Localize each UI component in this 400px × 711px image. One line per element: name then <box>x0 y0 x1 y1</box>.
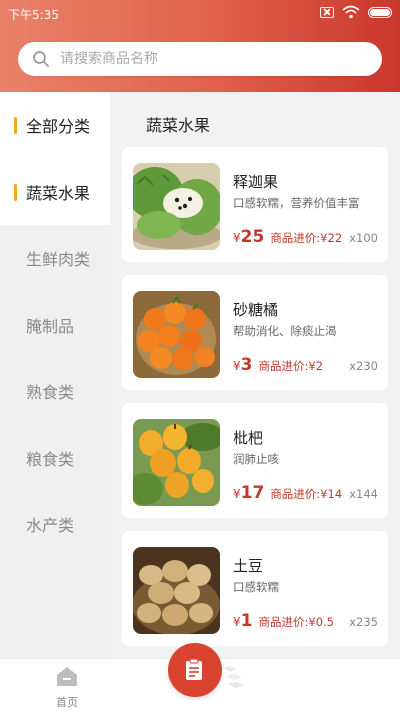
product-desc: 口感软糯，营养价值丰富 <box>233 196 360 210</box>
currency: ¥ <box>233 487 241 501</box>
category-sidebar: 全部分类 蔬菜水果 生鲜肉类 腌制品 熟食类 粮食类 水产类 <box>0 92 110 658</box>
product-image <box>133 419 220 506</box>
product-name: 砂糖橘 <box>233 301 279 319</box>
category-grain[interactable]: 粮食类 <box>0 425 110 492</box>
product-price: 17 <box>240 483 265 503</box>
product-desc: 口感软糯 <box>233 580 279 594</box>
product-quantity: x144 <box>349 487 378 501</box>
cost-label: 商品进价:¥ <box>258 615 316 629</box>
category-pickled[interactable]: 腌制品 <box>0 292 110 359</box>
category-label: 蔬菜水果 <box>26 183 91 203</box>
product-price: 25 <box>240 227 265 247</box>
search-icon <box>33 51 49 67</box>
product-desc: 帮助消化、除痰止渴 <box>233 324 337 338</box>
product-name: 枇杷 <box>233 429 264 447</box>
tab-home-label: 首页 <box>56 696 78 709</box>
category-label: 粮食类 <box>26 449 75 469</box>
product-card[interactable]: 释迦果 口感软糯，营养价值丰富 ¥25 商品进价:¥22 x100 <box>122 147 388 262</box>
status-icons <box>320 5 392 19</box>
header: 下午5:35 <box>0 0 400 92</box>
product-list: 蔬菜水果 释迦果 口感软糯，营养价值丰富 ¥25 商品进价:¥22 x100 砂… <box>110 92 400 658</box>
status-time: 下午5:35 <box>8 8 59 22</box>
cost-value: 14 <box>327 487 343 501</box>
tab-home[interactable]: 首页 <box>50 659 84 710</box>
category-label: 熟食类 <box>26 383 75 403</box>
product-quantity: x235 <box>349 615 378 629</box>
cart-icon[interactable] <box>222 662 248 692</box>
order-button[interactable] <box>168 643 222 697</box>
battery-icon <box>368 6 392 18</box>
home-icon <box>57 667 77 686</box>
currency: ¥ <box>233 615 241 629</box>
product-card[interactable]: 枇杷 润肺止咳 ¥17 商品进价:¥14 x144 <box>122 403 388 518</box>
cost-value: 2 <box>315 359 324 373</box>
cost-label: 商品进价:¥ <box>270 487 328 501</box>
product-price: 1 <box>240 611 253 631</box>
category-label: 全部分类 <box>26 117 91 137</box>
product-name: 释迦果 <box>233 173 279 191</box>
clipboard-icon <box>186 658 202 680</box>
cost-value: 0.5 <box>315 615 334 629</box>
product-card[interactable]: 砂糖橘 帮助消化、除痰止渴 ¥3 商品进价:¥2 x230 <box>122 275 388 390</box>
section-title: 蔬菜水果 <box>146 116 211 135</box>
category-indicator <box>14 183 17 201</box>
product-image <box>133 547 220 634</box>
cost-label: 商品进价:¥ <box>270 231 328 245</box>
product-desc: 润肺止咳 <box>233 452 279 466</box>
category-indicator <box>14 117 17 134</box>
product-price: 3 <box>240 355 253 375</box>
category-label: 生鲜肉类 <box>26 250 91 270</box>
product-image <box>133 163 220 250</box>
cost-value: 22 <box>327 231 343 245</box>
category-label: 腌制品 <box>26 316 75 336</box>
category-seafood[interactable]: 水产类 <box>0 491 110 558</box>
category-all[interactable]: 全部分类 <box>0 92 110 159</box>
no-sim-icon <box>320 6 334 18</box>
currency: ¥ <box>233 231 241 245</box>
search-input[interactable] <box>60 51 360 67</box>
product-quantity: x100 <box>349 231 378 245</box>
cost-label: 商品进价:¥ <box>258 359 316 373</box>
search-bar[interactable] <box>18 42 382 76</box>
status-bar: 下午5:35 <box>0 0 400 28</box>
category-label: 水产类 <box>26 516 75 536</box>
category-vegetables-fruits[interactable]: 蔬菜水果 <box>0 158 110 225</box>
currency: ¥ <box>233 359 241 373</box>
product-quantity: x230 <box>349 359 378 373</box>
product-card[interactable]: 土豆 口感软糯 ¥1 商品进价:¥0.5 x235 <box>122 531 388 646</box>
product-name: 土豆 <box>233 557 264 575</box>
wifi-icon <box>342 5 360 19</box>
category-cooked-food[interactable]: 熟食类 <box>0 358 110 425</box>
category-fresh-meat[interactable]: 生鲜肉类 <box>0 225 110 292</box>
product-image <box>133 291 220 378</box>
